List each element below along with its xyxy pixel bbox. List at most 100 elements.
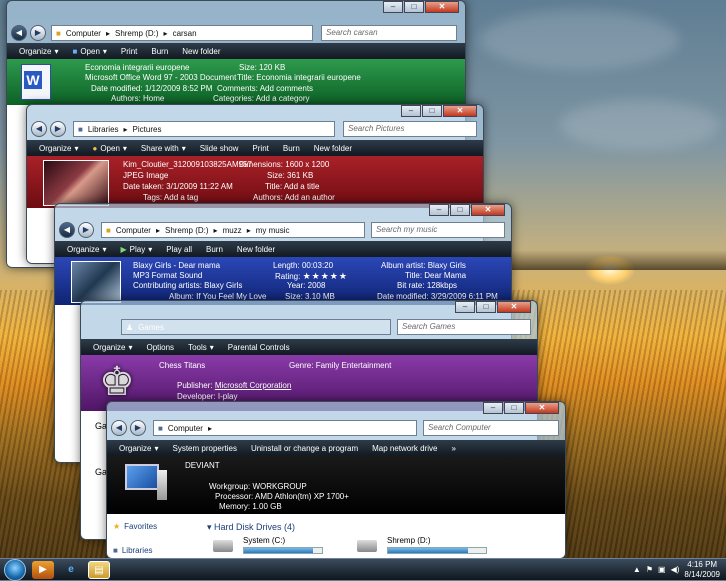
search-input[interactable]: Search Games — [397, 319, 531, 335]
value[interactable]: Add comments — [260, 84, 313, 93]
cloud — [560, 100, 720, 150]
back-icon[interactable]: ◀ — [11, 25, 27, 41]
clock[interactable]: 4:16 PM 8/14/2009 — [684, 560, 720, 580]
print-button[interactable]: Print — [252, 144, 268, 153]
forward-icon[interactable]: ▶ — [130, 420, 146, 436]
label: Title: — [405, 271, 423, 280]
maximize-button[interactable]: □ — [476, 301, 496, 313]
crumb[interactable]: Games — [138, 323, 164, 332]
crumb[interactable]: muzz — [223, 226, 242, 235]
close-button[interactable]: ✕ — [443, 105, 477, 117]
search-input[interactable]: Search Computer — [423, 420, 559, 436]
maximize-button[interactable]: □ — [450, 204, 470, 216]
internet-explorer-icon[interactable]: e — [60, 561, 82, 579]
crumb[interactable]: Computer — [66, 29, 101, 38]
maximize-button[interactable]: □ — [504, 402, 524, 414]
new-folder-button[interactable]: New folder — [237, 245, 275, 254]
open-button[interactable]: ■ Open ▾ — [72, 47, 106, 56]
crumb[interactable]: Pictures — [133, 125, 162, 134]
address-bar[interactable]: ■ Computer ▸ — [153, 420, 417, 436]
crumb[interactable]: Computer — [116, 226, 151, 235]
value[interactable]: Add a tag — [164, 193, 198, 202]
value[interactable]: Add a category — [256, 94, 310, 103]
search-input[interactable]: Search Pictures — [343, 121, 477, 137]
parental-controls-button[interactable]: Parental Controls — [228, 343, 290, 352]
forward-icon[interactable]: ▶ — [50, 121, 66, 137]
new-folder-button[interactable]: New folder — [314, 144, 352, 153]
maximize-button[interactable]: □ — [404, 1, 424, 13]
slide-show-button[interactable]: Slide show — [200, 144, 239, 153]
options-menu[interactable]: Options — [146, 343, 174, 352]
print-button[interactable]: Print — [121, 47, 137, 56]
value: AMD Athlon(tm) XP 1700+ — [255, 492, 349, 501]
search-input[interactable]: Search my music — [371, 222, 505, 238]
minimize-button[interactable]: – — [455, 301, 475, 313]
media-player-icon[interactable]: ▶ — [32, 560, 54, 579]
address-bar[interactable]: ■ Computer ▸ Shremp (D:) ▸ muzz ▸ my music — [101, 222, 365, 238]
forward-icon[interactable]: ▶ — [30, 25, 46, 41]
crumb[interactable]: my music — [256, 226, 290, 235]
publisher-link[interactable]: Microsoft Corporation — [215, 381, 291, 390]
value: 00:03:20 — [301, 261, 334, 270]
organize-menu[interactable]: Organize ▾ — [39, 144, 78, 153]
minimize-button[interactable]: – — [483, 402, 503, 414]
uninstall-button[interactable]: Uninstall or change a program — [251, 444, 358, 453]
play-all-button[interactable]: Play all — [166, 245, 192, 254]
search-input[interactable]: Search carsan — [321, 25, 457, 41]
volume-icon[interactable]: ◀) — [671, 565, 680, 574]
crumb[interactable]: Libraries — [88, 125, 119, 134]
address-bar[interactable]: ■ Computer ▸ Shremp (D:) ▸ carsan — [51, 25, 313, 41]
label: Title: — [265, 182, 283, 191]
back-icon[interactable]: ◀ — [111, 420, 127, 436]
word-icon: ■ — [72, 46, 78, 56]
crumb[interactable]: Shremp (D:) — [115, 29, 159, 38]
address-bar[interactable]: ■ Libraries ▸ Pictures — [73, 121, 335, 137]
close-button[interactable]: ✕ — [425, 1, 459, 13]
start-button[interactable] — [4, 558, 26, 581]
nav-libraries[interactable]: ■ Libraries — [113, 546, 153, 555]
label: Album artist: — [381, 261, 426, 270]
burn-button[interactable]: Burn — [283, 144, 300, 153]
address-bar[interactable]: ♟ Games — [121, 319, 391, 335]
rating-stars[interactable]: ★★★★★ — [303, 271, 348, 281]
maximize-button[interactable]: □ — [422, 105, 442, 117]
burn-button[interactable]: Burn — [151, 47, 168, 56]
nav-favorites[interactable]: ★ Favorites — [113, 522, 157, 531]
organize-menu[interactable]: Organize ▾ — [93, 343, 132, 352]
folder-icon: ■ — [56, 28, 61, 38]
network-icon[interactable]: ▣ — [658, 565, 666, 574]
computer-name: DEVIANT — [185, 461, 220, 470]
explorer-icon[interactable]: ▤ — [88, 560, 110, 579]
tools-menu[interactable]: Tools ▾ — [188, 343, 214, 352]
crumb[interactable]: Computer — [168, 424, 203, 433]
close-button[interactable]: ✕ — [525, 402, 559, 414]
crumb[interactable]: Shremp (D:) — [165, 226, 209, 235]
computer-window[interactable]: – □ ✕ ◀ ▶ ■ Computer ▸ Search Computer Organi… — [106, 401, 566, 559]
organize-menu[interactable]: Organize ▾ — [19, 47, 58, 56]
map-network-drive-button[interactable]: Map network drive — [372, 444, 437, 453]
forward-icon[interactable]: ▶ — [78, 222, 94, 238]
minimize-button[interactable]: – — [429, 204, 449, 216]
share-with-menu[interactable]: Share with ▾ — [141, 144, 186, 153]
value[interactable]: Add an author — [285, 193, 335, 202]
organize-menu[interactable]: Organize ▾ — [119, 444, 158, 453]
minimize-button[interactable]: – — [401, 105, 421, 117]
more-commands-button[interactable]: » — [451, 444, 455, 453]
flag-icon[interactable]: ⚑ — [646, 565, 653, 574]
back-icon[interactable]: ◀ — [31, 121, 47, 137]
organize-menu[interactable]: Organize ▾ — [67, 245, 106, 254]
close-button[interactable]: ✕ — [471, 204, 505, 216]
value[interactable]: Economia integrarii europene — [256, 73, 361, 82]
back-icon[interactable]: ◀ — [59, 222, 75, 238]
burn-button[interactable]: Burn — [206, 245, 223, 254]
play-button[interactable]: ▶ Play ▾ — [120, 245, 152, 254]
new-folder-button[interactable]: New folder — [182, 47, 220, 56]
open-button[interactable]: ● Open ▾ — [92, 144, 126, 153]
minimize-button[interactable]: – — [383, 1, 403, 13]
close-button[interactable]: ✕ — [497, 301, 531, 313]
crumb[interactable]: carsan — [173, 29, 197, 38]
value[interactable]: Add a title — [284, 182, 320, 191]
system-properties-button[interactable]: System properties — [172, 444, 236, 453]
show-hidden-icon[interactable]: ▲ — [633, 565, 641, 574]
computer-monitor-icon — [125, 464, 159, 490]
